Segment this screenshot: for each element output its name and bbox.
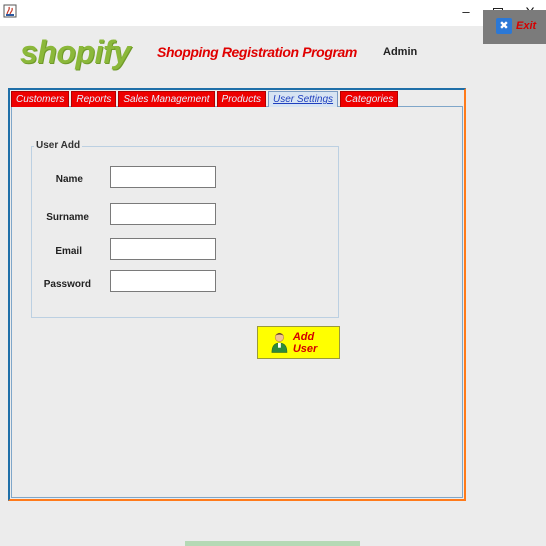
tab-categories[interactable]: Categories <box>340 91 399 107</box>
shopify-logo: shopify <box>20 34 131 70</box>
tab-label: Categories <box>345 94 394 105</box>
name-label: Name <box>55 174 83 185</box>
tab-products[interactable]: Products <box>216 91 267 107</box>
current-user-label: Admin <box>383 46 418 58</box>
close-icon: ✖ <box>496 18 512 34</box>
tab-label: Products <box>221 94 262 105</box>
tab-label: Sales Management <box>123 94 210 105</box>
exit-button[interactable]: ✖ Exit <box>494 16 540 36</box>
surname-label: Surname <box>46 212 89 223</box>
java-app-icon <box>3 4 17 18</box>
app-header: shopify Shopping Registration Program Ad… <box>0 26 546 88</box>
page-title: Shopping Registration Program <box>157 44 357 60</box>
user-icon <box>271 332 288 353</box>
password-label: Password <box>43 279 91 290</box>
password-field[interactable] <box>110 270 216 292</box>
surname-field[interactable] <box>110 203 216 225</box>
tab-label: Reports <box>76 94 112 105</box>
tab-sales-management[interactable]: Sales Management <box>118 91 215 107</box>
email-label: Email <box>55 246 82 257</box>
name-field[interactable] <box>110 166 216 188</box>
email-field[interactable] <box>110 238 216 260</box>
tab-label: User Settings <box>273 94 334 105</box>
add-user-button[interactable]: Add User <box>257 326 340 359</box>
user-add-legend: User Add <box>34 140 83 151</box>
tab-label: Customers <box>16 94 65 105</box>
window-titlebar: – X <box>0 0 546 26</box>
tab-user-settings[interactable]: User Settings <box>268 91 339 107</box>
minimize-button[interactable]: – <box>450 0 482 26</box>
exit-label: Exit <box>516 20 537 32</box>
add-user-label: Add User <box>292 330 318 355</box>
tab-customers[interactable]: Customers <box>11 91 70 107</box>
tab-strip: Customers Reports Sales Management Produ… <box>11 91 399 107</box>
status-strip <box>185 541 360 546</box>
tab-reports[interactable]: Reports <box>71 91 117 107</box>
